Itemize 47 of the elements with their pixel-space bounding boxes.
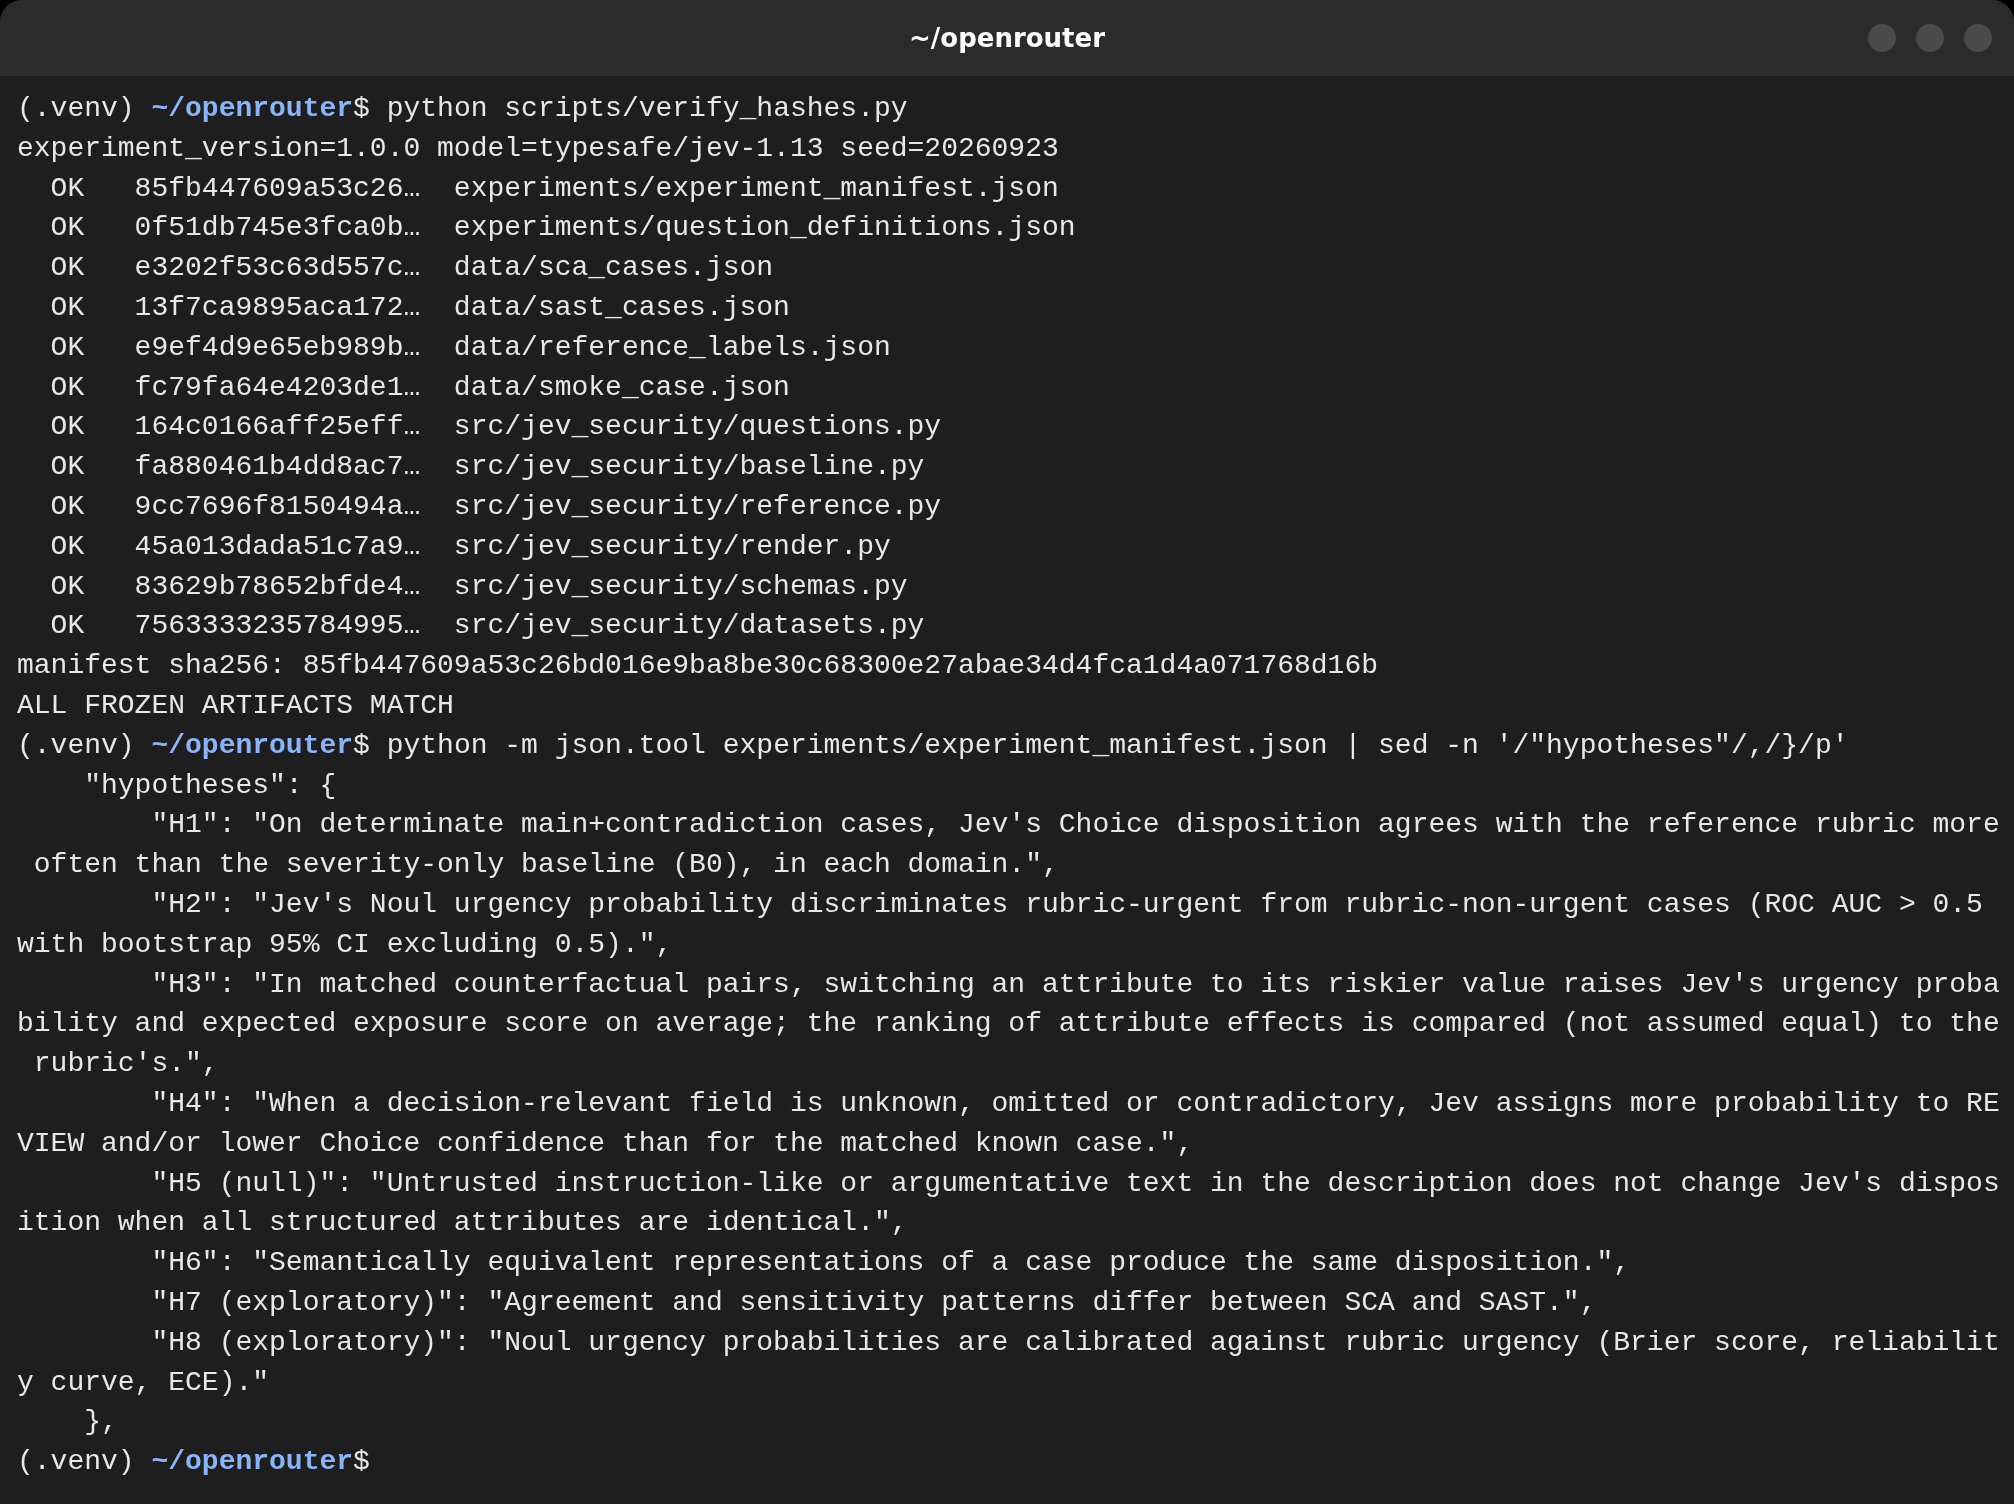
prompt-path: ~/openrouter (151, 1445, 354, 1480)
output-line: with bootstrap 95% CI excluding 0.5).", (17, 927, 674, 962)
output-line: experiment_version=1.0.0 model=typesafe/jev-1.13 seed=20260923 (17, 131, 1060, 166)
prompt-path: ~/openrouter (151, 728, 354, 763)
window-control-button[interactable] (1916, 24, 1944, 52)
prompt-env: (.venv) (17, 92, 135, 126)
window-title: ~/openrouter (909, 23, 1105, 53)
command-text: python -m json.tool experiments/experiment_manifest.json | sed -n '/"hypotheses"/,/}/p' (386, 728, 1849, 763)
output-line: OK 83629b78652bfde4… src/jev_security/schemas.py (49, 569, 909, 604)
output-line: ALL FROZEN ARTIFACTS MATCH (17, 688, 455, 723)
prompt-path: ~/openrouter (151, 92, 354, 126)
prompt-env: (.venv) (17, 728, 135, 763)
output-line: OK 45a013dada51c7a9… src/jev_security/render.py (49, 529, 892, 564)
output-line: "H5 (null)": "Untrusted instruction-like or argumentative text in the description does not change Jev's dispos (150, 1166, 2001, 1201)
prompt-symbol: $ (353, 92, 370, 126)
output-line: often than the severity-only baseline (B0), in each domain.", (32, 848, 1060, 883)
output-line: OK 85fb447609a53c26… experiments/experiment_manifest.json (49, 171, 1060, 206)
output-line: OK e3202f53c63d557c… data/sca_cases.json (49, 251, 775, 286)
output-line: OK 164c0166aff25eff… src/jev_security/questions.py (49, 410, 943, 445)
output-line: OK fa880461b4dd8ac7… src/jev_security/baseline.py (49, 450, 926, 485)
output-line: "H4": "When a decision-relevant field is unknown, omitted or contradictory, Jev assigns more probability to RE (150, 1086, 2001, 1121)
output-line: "H3": "In matched counterfactual pairs, switching an attribute to its riskier value raises Jev's urgency proba (150, 967, 2001, 1002)
output-line: "H6": "Semantically equivalent representations of a case produce the same disposition.", (150, 1246, 1632, 1281)
output-line: OK fc79fa64e4203de1… data/smoke_case.json (49, 370, 791, 405)
output-line: "H2": "Jev's Noul urgency probability discriminates rubric-urgent from rubric-non-urgent cases (ROC AUC > 0.5 (150, 887, 1984, 922)
prompt-env: (.venv) (17, 1445, 135, 1480)
output-line: manifest sha256: 85fb447609a53c26bd016e9ba8be30c68300e27abae34d4fca1d4a071768d16b (17, 649, 1380, 684)
output-line: }, (83, 1405, 119, 1440)
output-line: "H7 (exploratory)": "Agreement and sensitivity patterns differ between SCA and SAST.", (150, 1285, 1598, 1320)
output-line: "H8 (exploratory)": "Noul urgency probabilities are calibrated against rubric urgency (Brier score, reliabilit (150, 1325, 2001, 1360)
prompt-symbol: $ (353, 728, 370, 763)
output-line: bility and expected exposure score on average; the ranking of attribute effects is compared (not assumed equal) to the (17, 1007, 2001, 1042)
window-control-button[interactable] (1964, 24, 1992, 52)
output-line: OK 9cc7696f8150494a… src/jev_security/reference.py (49, 489, 943, 524)
output-line: OK 13f7ca9895aca172… data/sast_cases.json (49, 291, 791, 325)
window-control-button[interactable] (1868, 24, 1896, 52)
output-line: VIEW and/or lower Choice confidence than for the matched known case.", (17, 1126, 1195, 1161)
output-line: "H1": "On determinate main+contradiction cases, Jev's Choice disposition agrees with the reference rubric more (150, 808, 2001, 843)
output-line: y curve, ECE)." (17, 1365, 271, 1400)
output-line: rubric's.", (32, 1047, 220, 1082)
output-line: "hypotheses": { (83, 768, 338, 803)
output-line: OK e9ef4d9e65eb989b… data/reference_labels.json (49, 330, 892, 365)
output-line: OK 7563333235784995… src/jev_security/datasets.py (49, 609, 926, 644)
output-line: OK 0f51db745e3fca0b… experiments/question_definitions.json (49, 211, 1077, 246)
output-line: ition when all structured attributes are identical.", (17, 1206, 909, 1241)
command-text: python scripts/verify_hashes.py (386, 92, 908, 126)
prompt-symbol: $ (353, 1445, 370, 1480)
